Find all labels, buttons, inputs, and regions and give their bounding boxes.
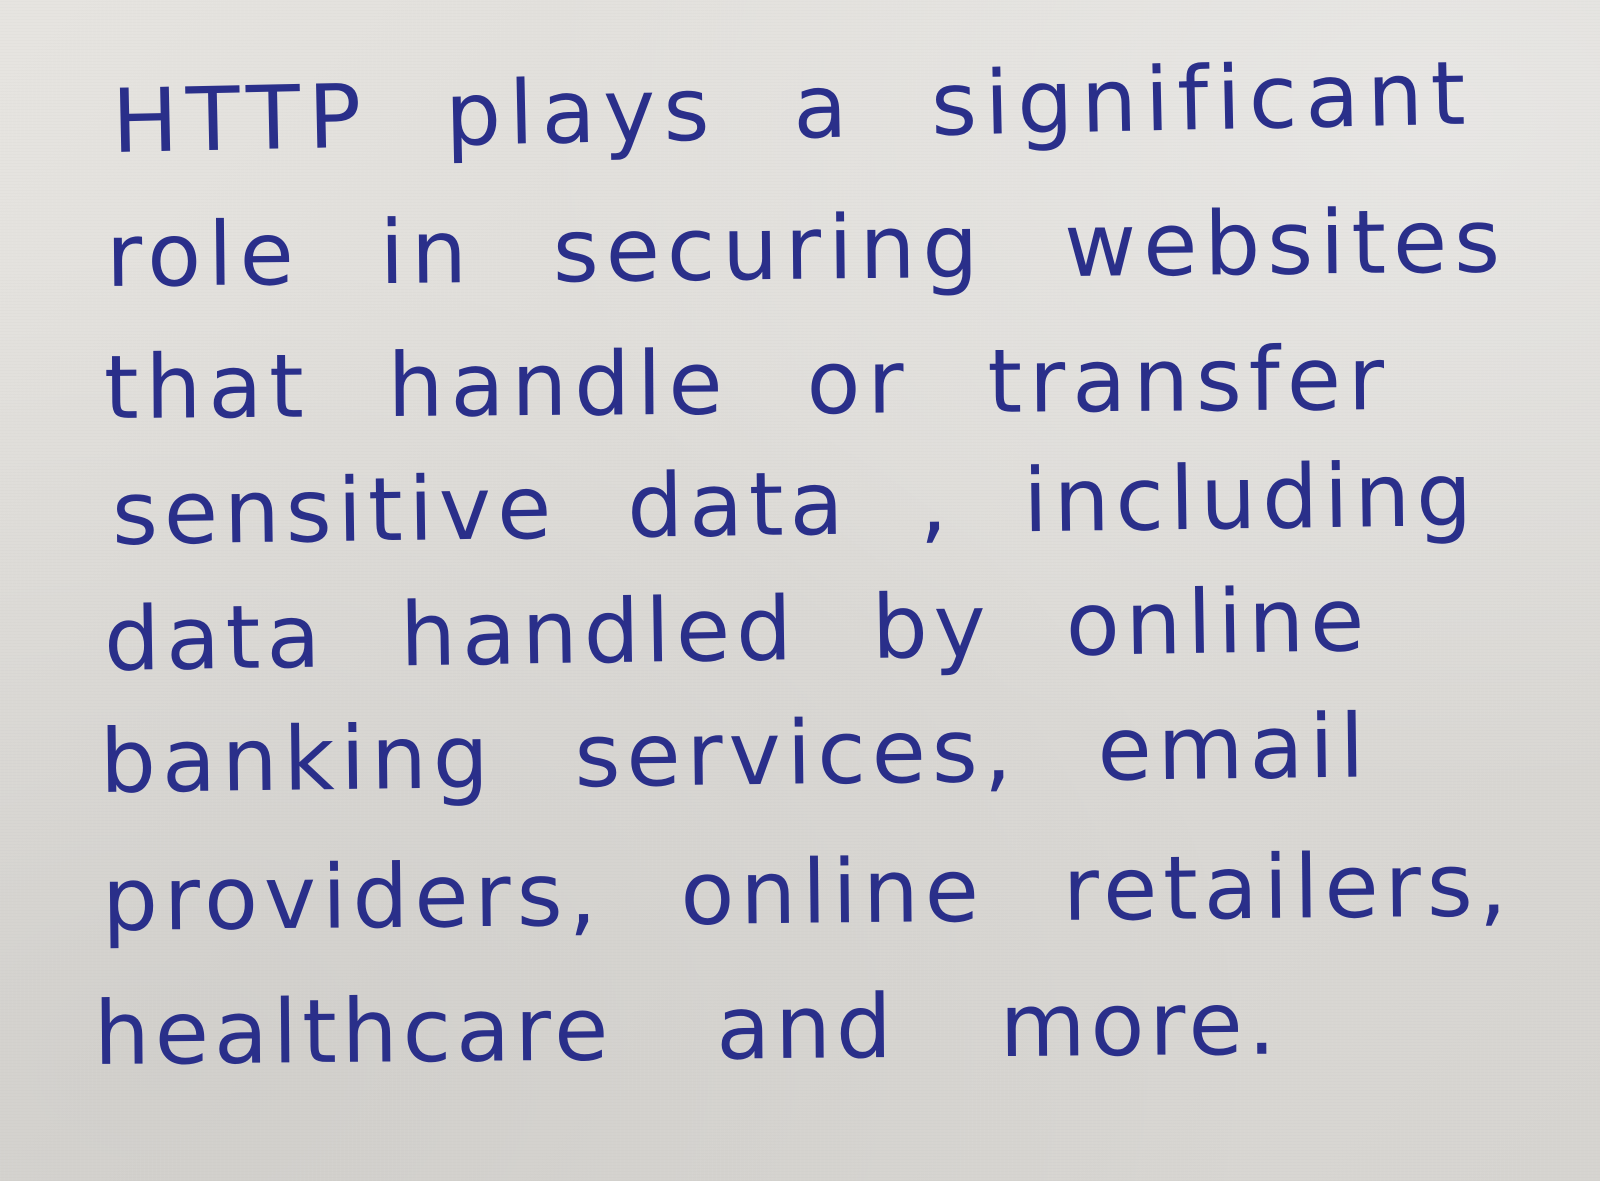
note-line-3: that handle or transfer <box>103 327 1392 439</box>
note-line-1: HTTP plays a significant <box>110 41 1475 173</box>
handwritten-note: HTTP plays a significant role in securin… <box>0 0 1600 1181</box>
note-line-7: providers, online retailers, <box>101 833 1514 951</box>
note-line-6: banking services, email <box>99 694 1371 813</box>
paper-sheet: HTTP plays a significant role in securin… <box>0 0 1600 1181</box>
note-line-2: role in securing websites <box>105 189 1508 307</box>
note-line-5: data handled by online <box>103 568 1371 691</box>
note-line-4: sensitive data , including <box>111 442 1479 565</box>
note-line-8: healthcare and more. <box>93 971 1282 1085</box>
